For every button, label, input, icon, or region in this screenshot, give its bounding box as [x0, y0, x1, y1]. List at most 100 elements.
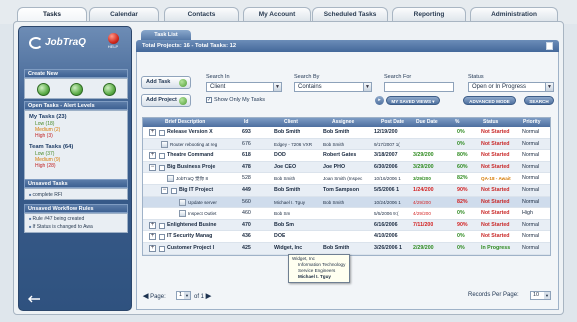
table-row[interactable]: + Theatre Command 618 DOD Robert Gates 3…: [143, 150, 550, 162]
table-row[interactable]: − Big Business Proje 478 Joe CEO Joe PHO…: [143, 161, 550, 174]
table-row[interactable]: JobTraQ 觉你 8 528 Bob Smith Joan Smith (I…: [143, 173, 550, 185]
cell-due-date: 2/29/200: [413, 244, 434, 251]
search-in-select[interactable]: Client ▼: [206, 82, 282, 92]
col-brief-description[interactable]: Brief Description: [165, 118, 205, 127]
new-contact-icon[interactable]: [103, 83, 116, 96]
row-checkbox[interactable]: [159, 245, 165, 252]
logo[interactable]: JobTraQ: [29, 33, 99, 53]
search-in-value: Client: [210, 84, 226, 90]
col-priority[interactable]: Priority: [523, 118, 541, 127]
col-post-date[interactable]: Post Date: [381, 118, 404, 127]
tab-tasks[interactable]: Tasks: [17, 7, 87, 22]
expand-icon[interactable]: +: [149, 233, 156, 241]
col-assignee[interactable]: Assignee: [332, 118, 354, 127]
col-client[interactable]: Client: [284, 118, 298, 127]
cell-assignee: Joan Smith (Inspec: [323, 176, 363, 182]
totals-text: Total Projects: 16 - Total Tasks: 12: [142, 43, 237, 49]
search-by-select[interactable]: Contains ▼: [294, 82, 372, 92]
col-due-date[interactable]: Due Date: [416, 118, 438, 127]
my-high-link[interactable]: High (3): [35, 133, 53, 139]
cell-client: Bob Smith: [274, 176, 296, 182]
advanced-mode-button[interactable]: ADVANCED MODE: [463, 96, 516, 105]
task-list-header: Total Projects: 16 - Total Tasks: 12: [136, 40, 559, 52]
new-task-icon[interactable]: [37, 83, 50, 96]
collapse-icon[interactable]: −: [149, 163, 156, 171]
expand-icon[interactable]: +: [149, 152, 156, 160]
back-arrow-icon[interactable]: [27, 295, 41, 303]
my-tasks-link[interactable]: My Tasks (23): [29, 114, 67, 120]
status-select[interactable]: Open or In Progress ▼: [468, 82, 554, 92]
search-go-icon[interactable]: ▸: [375, 96, 384, 105]
pager-of: of 1 ▶: [194, 292, 211, 300]
search-button[interactable]: SEARCH: [524, 96, 554, 105]
next-page-icon[interactable]: ▶: [206, 293, 211, 300]
unsaved-task-item[interactable]: complete RFI: [29, 192, 63, 198]
chevron-down-icon: ▼: [545, 83, 553, 91]
prev-page-icon[interactable]: ◀: [143, 293, 148, 300]
cell-description[interactable]: Router rebooting at reg: [170, 139, 240, 150]
tab-calendar[interactable]: Calendar: [89, 7, 159, 22]
cell-priority: Normal: [522, 233, 540, 240]
cell-description[interactable]: Big IT Project: [179, 185, 240, 196]
unsaved-rule-item[interactable]: If Status is changed to Awa: [29, 224, 93, 230]
table-row[interactable]: Inspect Outlet 460 Bob Sm 5/5/2006 9:( 4…: [143, 208, 550, 220]
table-row[interactable]: + Customer Project I 425 Widget, Inc Bob…: [143, 242, 550, 255]
col-percent[interactable]: %: [455, 118, 459, 127]
my-saved-views-button[interactable]: MY SAVED VIEWS ▾: [386, 96, 440, 105]
cell-description[interactable]: JobTraQ 觉你 8: [176, 173, 240, 184]
search-for-input[interactable]: [384, 82, 454, 92]
table-row[interactable]: Update server 560 Michael I. Tguy Bob Sm…: [143, 196, 550, 209]
cell-description[interactable]: Big Business Proje: [167, 162, 240, 173]
cell-post-date: 9/17/2007 1(: [374, 141, 400, 147]
tab-my-account[interactable]: My Account: [243, 7, 311, 22]
cell-id: 449: [242, 186, 251, 193]
cell-description[interactable]: Update server: [188, 197, 240, 208]
tab-reporting[interactable]: Reporting: [392, 7, 466, 22]
help-button[interactable]: HELP: [105, 33, 121, 53]
row-checkbox[interactable]: [159, 164, 165, 171]
cell-priority: Normal: [522, 198, 540, 205]
col-status[interactable]: Status: [483, 118, 498, 127]
records-per-page-select[interactable]: 10 ▼: [530, 291, 551, 300]
table-row[interactable]: + Release Version X 693 Bob Smith Bob Sm…: [143, 127, 550, 139]
tab-administration[interactable]: Administration: [470, 7, 558, 22]
table-row[interactable]: + Enlightened Busine 470 Bob Sm 6/16/200…: [143, 219, 550, 232]
cell-description[interactable]: Customer Project I: [167, 243, 240, 254]
expand-icon[interactable]: +: [149, 244, 156, 252]
add-task-button[interactable]: Add Task: [141, 76, 191, 89]
unsaved-rules-box: Rule #47 being created If Status is chan…: [24, 213, 128, 233]
cell-priority: Normal: [522, 129, 540, 135]
expand-icon[interactable]: +: [149, 129, 156, 136]
page-select[interactable]: 1 ▼: [176, 291, 191, 300]
document-icon[interactable]: [546, 42, 553, 50]
add-task-label: Add Task: [146, 79, 171, 85]
col-id[interactable]: Id: [244, 118, 248, 127]
table-row[interactable]: Router rebooting at reg 676 Edgey - 7206…: [143, 138, 550, 151]
add-icon: [179, 97, 187, 105]
cell-client: Bob Smith: [274, 129, 301, 135]
cell-description[interactable]: Enlightened Busine: [167, 220, 240, 231]
collapse-icon[interactable]: −: [161, 186, 168, 194]
search-for-label: Search For: [384, 74, 412, 80]
expand-icon[interactable]: +: [149, 221, 156, 229]
row-checkbox[interactable]: [159, 234, 165, 241]
tab-scheduled-tasks[interactable]: Scheduled Tasks: [312, 7, 388, 22]
cell-description[interactable]: IT Security Manag: [167, 231, 240, 242]
row-checkbox[interactable]: [171, 187, 177, 194]
row-checkbox[interactable]: [159, 130, 165, 136]
add-project-button[interactable]: Add Project: [141, 94, 191, 107]
table-row[interactable]: + IT Security Manag 436 DOE 4/10/2006 0%…: [143, 231, 550, 243]
cell-description[interactable]: Theatre Command: [167, 150, 240, 161]
cell-description[interactable]: Release Version X: [167, 127, 240, 138]
table-row[interactable]: − Big IT Project 449 Bob Smith Tom Samps…: [143, 184, 550, 197]
team-high-link[interactable]: High (28): [35, 163, 56, 169]
tab-contacts[interactable]: Contacts: [164, 7, 239, 22]
unsaved-rule-item[interactable]: Rule #47 being created: [29, 216, 85, 222]
cell-description[interactable]: Inspect Outlet: [188, 208, 240, 219]
row-checkbox[interactable]: [159, 153, 165, 160]
show-only-mine-checkbox[interactable]: ✓: [206, 97, 212, 103]
row-checkbox[interactable]: [159, 222, 165, 229]
tab-task-list[interactable]: Task List: [141, 30, 191, 40]
new-project-icon[interactable]: [70, 83, 83, 96]
team-tasks-link[interactable]: Team Tasks (64): [29, 144, 73, 150]
